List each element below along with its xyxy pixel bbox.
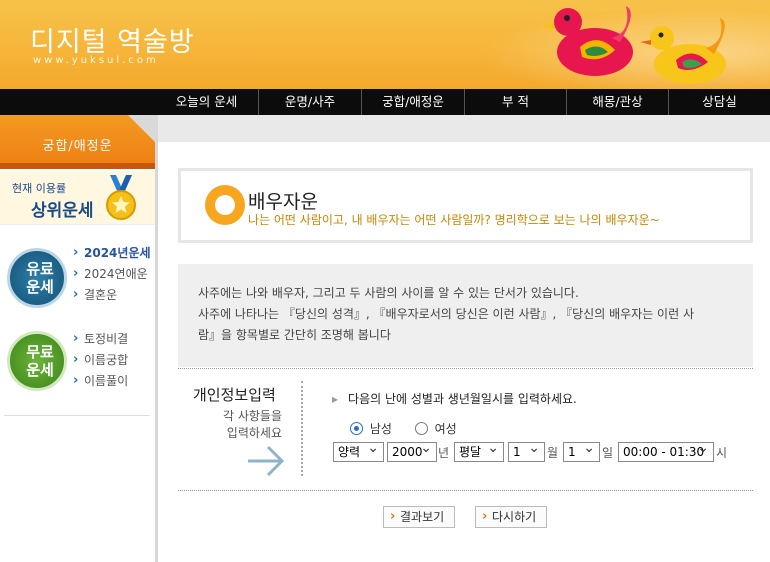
free-fortune-list: 토정비결 이름궁합 이름풀이 [73, 328, 128, 392]
page-subtitle: 나는 어떤 사람이고, 내 배우자는 어떤 사람일까? 명리학으로 보는 나의 … [248, 213, 660, 227]
description-line-2: 사주에 나타나는 『당신의 성격』, 『배우자로서의 당신은 이런 사람』, 『… [198, 307, 694, 321]
sidebar-item-2024-love[interactable]: 2024연애운 [73, 263, 151, 285]
gender-female-radio[interactable] [414, 422, 428, 435]
sidebar-item-name-match[interactable]: 이름궁합 [73, 349, 128, 371]
page-title-box: 배우자운 나는 어떤 사람이고, 내 배우자는 어떤 사람일까? 명리학으로 보… [178, 168, 753, 243]
month-unit: 월 [547, 446, 559, 460]
sidebar-item-marriage[interactable]: 결혼운 [73, 284, 151, 306]
year-select[interactable]: 2000 [387, 439, 437, 462]
nav-item-destiny[interactable]: 운명/사주 [258, 89, 361, 115]
birth-time-select[interactable]: 00:00 - 01:30 [618, 439, 714, 462]
form-guide-text: 다음의 난에 성별과 생년월일시를 입력하세요. [332, 390, 577, 407]
calendar-type-select[interactable]: 양력 [333, 439, 384, 462]
nav-item-dream[interactable]: 해몽/관상 [566, 89, 668, 115]
personal-info-title: 개인정보입력 [193, 386, 276, 404]
arrow-right-icon [248, 445, 285, 477]
leap-month-value: 평달 [459, 445, 482, 459]
personal-info-hint-1: 각 사항들을 [222, 409, 282, 423]
sidebar-item-tojeong[interactable]: 토정비결 [73, 328, 128, 350]
year-unit: 년 [438, 446, 450, 460]
nav-item-compatibility[interactable]: 궁합/애정운 [361, 89, 464, 115]
sidebar-header: 궁합/애정운 [0, 115, 156, 169]
gender-female-label[interactable]: 여성 [435, 422, 457, 436]
nav-item-talisman[interactable]: 부 적 [464, 89, 566, 115]
day-value: 1 [568, 445, 576, 459]
paid-badge-line1: 유료 [26, 260, 54, 278]
description-line-1: 사주에는 나와 배우자, 그리고 두 사람의 사이를 알 수 있는 단서가 있습… [198, 286, 579, 300]
month-select[interactable]: 1 [508, 439, 545, 462]
page-title: 배우자운 [248, 191, 318, 213]
mandarin-duck-red-icon [542, 6, 633, 76]
site-logo-url: www.yuksul.com [33, 55, 159, 66]
nav-item-today[interactable]: 오늘의 운세 [155, 89, 258, 115]
day-unit: 일 [602, 446, 614, 460]
sidebar-item-2024-fortune[interactable]: 2024년운세 [73, 242, 151, 264]
divider-bottom [178, 490, 753, 491]
free-fortune-badge: 무료 운세 [7, 331, 67, 391]
medal-icon [106, 175, 136, 220]
sub-bar [155, 115, 770, 142]
section-divider-vertical [301, 381, 303, 476]
divider-top [178, 368, 753, 369]
nav-item-consult[interactable]: 상담실 [668, 89, 770, 115]
site-header: 디지털 역술방 www.yuksul.com [0, 0, 770, 89]
title-ring-icon [205, 185, 245, 225]
day-select[interactable]: 1 [563, 439, 600, 462]
mandarin-duck-yellow-icon [640, 18, 726, 84]
free-badge-line1: 무료 [26, 343, 54, 361]
sidebar-header-stripe [0, 163, 155, 169]
personal-info-hint-2: 입력하세요 [226, 426, 282, 440]
time-unit: 시 [716, 446, 728, 460]
leap-month-select[interactable]: 평달 [454, 439, 504, 462]
description-box: 사주에는 나와 배우자, 그리고 두 사람의 사이를 알 수 있는 단서가 있습… [178, 264, 753, 367]
view-result-button[interactable]: 결과보기 [383, 506, 455, 528]
sidebar-item-name-meaning[interactable]: 이름풀이 [73, 370, 128, 392]
gender-radio-group: 남성 여성 [350, 420, 457, 437]
paid-badge-line2: 운세 [26, 278, 54, 296]
main-nav: 오늘의 운세 운명/사주 궁합/애정운 부 적 해몽/관상 상담실 [0, 89, 770, 115]
sidebar: 궁합/애정운 현재 이용률 상위운세 유료 운세 2024년운세 2024연애운… [0, 115, 158, 562]
reset-button[interactable]: 다시하기 [475, 506, 547, 528]
gender-male-label[interactable]: 남성 [370, 422, 392, 436]
rank-banner[interactable]: 현재 이용률 상위운세 [0, 171, 155, 225]
site-logo-title[interactable]: 디지털 역술방 [30, 20, 195, 59]
month-value: 1 [513, 445, 521, 459]
gender-male-radio[interactable] [350, 422, 363, 435]
rank-banner-caption: 현재 이용률 [12, 182, 67, 195]
description-line-3: 람』을 항목별로 간단히 조명해 봅니다 [198, 328, 391, 342]
year-value: 2000 [392, 445, 423, 459]
sidebar-section-title: 궁합/애정운 [42, 139, 113, 154]
paid-fortune-list: 2024년운세 2024연애운 결혼운 [73, 242, 151, 306]
paid-fortune-badge: 유료 운세 [7, 248, 67, 308]
birth-time-value: 00:00 - 01:30 [623, 445, 705, 459]
rank-banner-title: 상위운세 [31, 201, 94, 221]
calendar-type-value: 양력 [338, 445, 361, 459]
free-badge-line2: 운세 [26, 361, 54, 379]
sidebar-divider [4, 415, 150, 416]
